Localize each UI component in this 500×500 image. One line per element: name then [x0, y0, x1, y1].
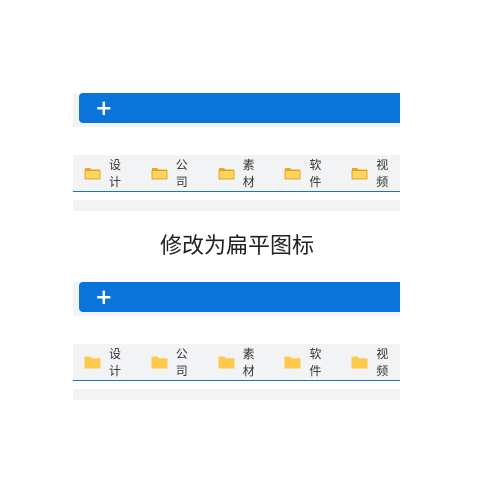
caption: 修改为扁平图标	[159, 234, 314, 259]
folder-flat-icon	[284, 355, 301, 369]
add-button[interactable]: +	[95, 97, 113, 119]
folder-item-assets[interactable]: 素材	[218, 345, 267, 379]
folder-bar: 设计 公司 素材 软件 视频	[73, 155, 400, 192]
add-bar[interactable]: +	[79, 282, 400, 312]
folder-item-design[interactable]: 设计	[84, 156, 133, 190]
folder-label: 软件	[309, 347, 322, 378]
add-bar[interactable]: +	[79, 93, 400, 123]
folder-label: 视频	[376, 158, 389, 189]
folder-label: 设计	[109, 347, 122, 378]
folder-item-assets[interactable]: 素材	[218, 156, 267, 190]
folder-icon	[351, 166, 368, 180]
add-toolbar: +	[73, 282, 400, 316]
folder-label: 设计	[109, 158, 122, 189]
bottom-strip	[73, 389, 400, 400]
folder-flat-icon	[151, 355, 168, 369]
folder-label: 素材	[242, 158, 255, 189]
folder-label: 视频	[376, 347, 389, 378]
folder-label: 软件	[309, 158, 322, 189]
folder-item-design[interactable]: 设计	[84, 345, 133, 379]
folder-icon	[284, 166, 301, 180]
folder-item-company[interactable]: 公司	[151, 345, 200, 379]
folder-label: 公司	[175, 158, 188, 189]
folder-flat-icon	[218, 355, 235, 369]
bottom-strip	[73, 200, 400, 211]
folder-label: 公司	[175, 347, 188, 378]
folder-label: 素材	[242, 347, 255, 378]
folder-item-video[interactable]: 视频	[351, 345, 400, 379]
folder-item-video[interactable]: 视频	[351, 156, 400, 190]
folder-item-software[interactable]: 软件	[284, 156, 333, 190]
folder-item-software[interactable]: 软件	[284, 345, 333, 379]
folder-bar: 设计 公司 素材 软件 视频	[73, 344, 400, 381]
folder-icon	[218, 166, 235, 180]
folder-icon	[84, 166, 101, 180]
add-toolbar: +	[73, 93, 400, 127]
spacer	[73, 316, 400, 344]
bottom-panel: + 设计 公司 素材 软件 视频	[73, 282, 400, 400]
spacer	[73, 127, 400, 155]
top-panel: + 设计 公司 素材 软件 视频	[73, 93, 400, 211]
folder-flat-icon	[351, 355, 368, 369]
folder-item-company[interactable]: 公司	[151, 156, 200, 190]
add-button[interactable]: +	[95, 286, 113, 308]
folder-flat-icon	[84, 355, 101, 369]
folder-icon	[151, 166, 168, 180]
